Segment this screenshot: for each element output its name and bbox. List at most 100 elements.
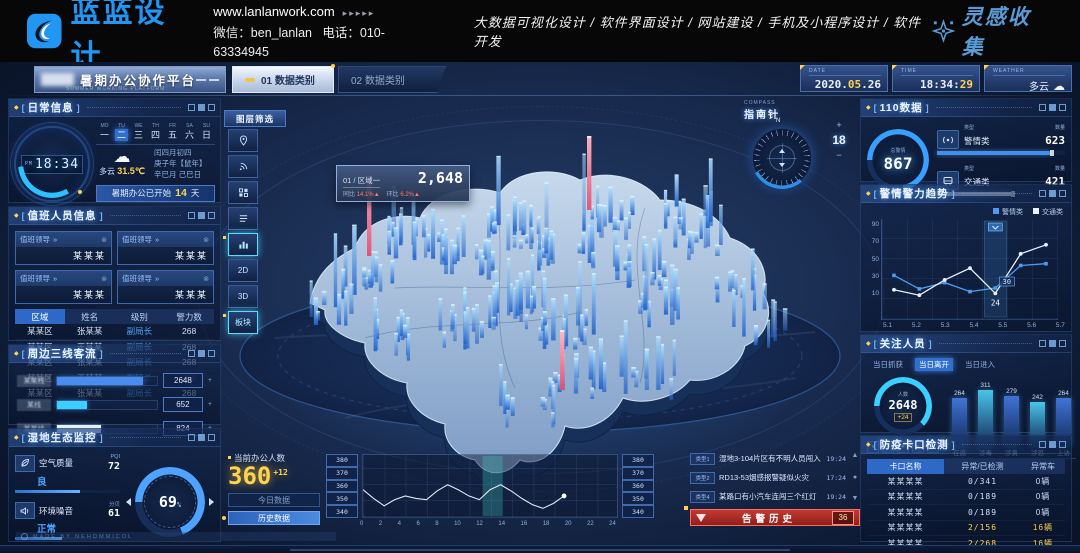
- zoom-out-button[interactable]: −: [830, 150, 848, 160]
- weekday-cn[interactable]: 四: [149, 129, 162, 141]
- table-row[interactable]: 某某某某0/1890辆: [867, 490, 1065, 506]
- tab-data-category-1[interactable]: 01 数据类别: [232, 66, 334, 93]
- date-value: 2020.05.26: [809, 78, 881, 91]
- map-pin-layer-button[interactable]: [228, 129, 258, 152]
- checkpoint-name: 某某某某: [867, 505, 944, 520]
- 2d-view-button[interactable]: 2D: [228, 259, 258, 282]
- expand-icon: [1059, 441, 1066, 448]
- tooltip-region: 01 / 区域一: [343, 175, 380, 188]
- restore-icon: [198, 104, 205, 111]
- zoom-in-button[interactable]: +: [830, 120, 848, 130]
- tab-pill-icon: [245, 78, 255, 82]
- alert-text: 湿地3-104片区有不明人员闯入: [719, 453, 822, 464]
- duty-card: 值班领导»⊗某某某: [15, 231, 112, 265]
- close-icon[interactable]: ⊗: [101, 236, 107, 244]
- compass-widget: COMPASS 指南针 N: [744, 100, 844, 121]
- gauge-right-arrow[interactable]: [209, 498, 214, 506]
- alert-tag: 类型4: [690, 491, 715, 503]
- watermark: MADE BY NEHOMMICOL: [16, 532, 336, 541]
- duty-card: 值班领导»⊗某某某: [117, 231, 214, 265]
- scroll-up-icon[interactable]: ▲: [852, 452, 859, 459]
- panel-window-controls[interactable]: [1039, 441, 1066, 448]
- tab-data-category-2[interactable]: 02 数据类别: [338, 66, 446, 93]
- bottom-chart-y-axis-right: 380370360350340: [622, 454, 654, 518]
- list-layer-button[interactable]: [228, 207, 258, 230]
- close-icon[interactable]: ⊗: [203, 236, 209, 244]
- 3d-view-button[interactable]: 3D: [228, 285, 258, 308]
- duty-leader-cards: 值班领导»⊗某某某值班领导»⊗某某某值班领导»⊗某某某值班领导»⊗某某某: [9, 225, 220, 308]
- leaf-icon: [15, 455, 35, 472]
- column-header[interactable]: 区域: [15, 309, 65, 324]
- trend-line-chart[interactable]: 3024: [881, 219, 1058, 320]
- column-header[interactable]: 卡口名称: [867, 459, 944, 474]
- close-icon[interactable]: ⊗: [203, 275, 209, 283]
- x-tick: 22: [587, 521, 594, 527]
- trend-legend[interactable]: 警情类 交通类: [861, 203, 1071, 217]
- focus-count-gauge: 人数2648 +24: [874, 377, 932, 435]
- focus-tab-entered[interactable]: 当日进入: [961, 358, 999, 371]
- alert-tag: 类型2: [690, 472, 715, 484]
- close-icon[interactable]: ⊗: [101, 275, 107, 283]
- x-tick: 2: [379, 521, 382, 527]
- weekday-cn[interactable]: 日: [200, 129, 213, 141]
- y-tick: 350: [622, 492, 654, 505]
- flow-row: 某线652+: [17, 397, 212, 412]
- radar-layer-button[interactable]: [228, 155, 258, 178]
- alert-item[interactable]: 类型1湿地3-104片区有不明人员闯入19:24: [690, 452, 860, 465]
- warning-icon: [696, 514, 706, 522]
- today-data-button[interactable]: 今日数据: [228, 493, 320, 507]
- panel-title: 关注人员: [880, 336, 926, 351]
- checkpoint-layer-button[interactable]: [228, 181, 258, 204]
- panel-window-controls[interactable]: [1039, 340, 1066, 347]
- panel-window-controls[interactable]: [188, 212, 215, 219]
- alert-feed: 类型1湿地3-104片区有不明人员闯入19:24 类型2RD13-53烟感报警疑似…: [690, 452, 860, 526]
- checkpoint-name: 某某某某: [867, 521, 944, 536]
- column-header[interactable]: 警力数: [164, 309, 214, 324]
- weekday-cn[interactable]: 六: [183, 129, 196, 141]
- alert-history-bar[interactable]: 告警历史 36: [690, 509, 860, 526]
- panel-window-controls[interactable]: [1039, 104, 1066, 111]
- x-tick: 5.7: [1056, 322, 1065, 329]
- panel-window-controls[interactable]: [188, 434, 215, 441]
- checkpoint-table-header[interactable]: 卡口名称异常/已检测异常车: [867, 459, 1065, 474]
- panel-window-controls[interactable]: [1039, 190, 1066, 197]
- weather-cloud-icon: ☁: [96, 148, 148, 165]
- table-row[interactable]: 某某某某2/15616辆: [867, 521, 1065, 537]
- scroll-down-icon[interactable]: ▼: [852, 495, 859, 502]
- table-row[interactable]: 某某区张某某副局长268: [15, 324, 214, 340]
- x-tick: 16: [521, 521, 528, 527]
- table-row[interactable]: 某某某某0/3410辆: [867, 474, 1065, 490]
- history-data-button[interactable]: 历史数据: [228, 511, 320, 525]
- minimize-icon: [1039, 104, 1046, 111]
- services-list: 大数据可视化设计 / 软件界面设计 / 网站建设 / 手机及小程序设计 / 软件…: [474, 12, 931, 50]
- panel-window-controls[interactable]: [188, 104, 215, 111]
- table-row[interactable]: 某某某某0/1890辆: [867, 505, 1065, 521]
- compass-dial[interactable]: [750, 126, 814, 190]
- column-header[interactable]: 异常/已检测: [944, 459, 1021, 474]
- focus-tab-caught[interactable]: 当日抓获: [869, 358, 907, 371]
- block-view-button[interactable]: 板块: [228, 311, 258, 334]
- date-plate: DATE 2020.05.26: [800, 65, 888, 92]
- weekday-cn[interactable]: 一: [98, 129, 111, 141]
- weekday-cn[interactable]: 二: [115, 129, 128, 141]
- alert-history-count: 36: [832, 511, 854, 525]
- chart-layer-button[interactable]: [228, 233, 258, 256]
- column-header[interactable]: 异常车: [1021, 459, 1065, 474]
- alert-item[interactable]: 类型4某路口有小汽车连闯三个红灯19:24: [690, 490, 860, 503]
- bottom-chart-plot[interactable]: [362, 454, 618, 518]
- weekday-row-cn[interactable]: 一二三四五六日: [96, 129, 215, 141]
- y-tick: 380: [326, 454, 358, 467]
- column-header[interactable]: 级别: [115, 309, 165, 324]
- weekday-cn[interactable]: 五: [166, 129, 179, 141]
- panel-window-controls[interactable]: [188, 350, 215, 357]
- duty-table-header[interactable]: 区域姓名级别警力数: [15, 309, 214, 324]
- focus-tab-left[interactable]: 当日离开: [915, 358, 953, 371]
- duty-role: 值班领导: [122, 234, 152, 245]
- flow-row: 某某线2648+: [17, 373, 212, 388]
- alert-item[interactable]: 类型2RD13-53烟感报警疑似火灾17:24: [690, 471, 860, 484]
- gauge-left-arrow[interactable]: [126, 498, 131, 506]
- site-url[interactable]: www.lanlanwork.com: [213, 4, 334, 19]
- column-header[interactable]: 姓名: [65, 309, 115, 324]
- duty-role: 值班领导: [20, 234, 50, 245]
- weekday-cn[interactable]: 三: [132, 129, 145, 141]
